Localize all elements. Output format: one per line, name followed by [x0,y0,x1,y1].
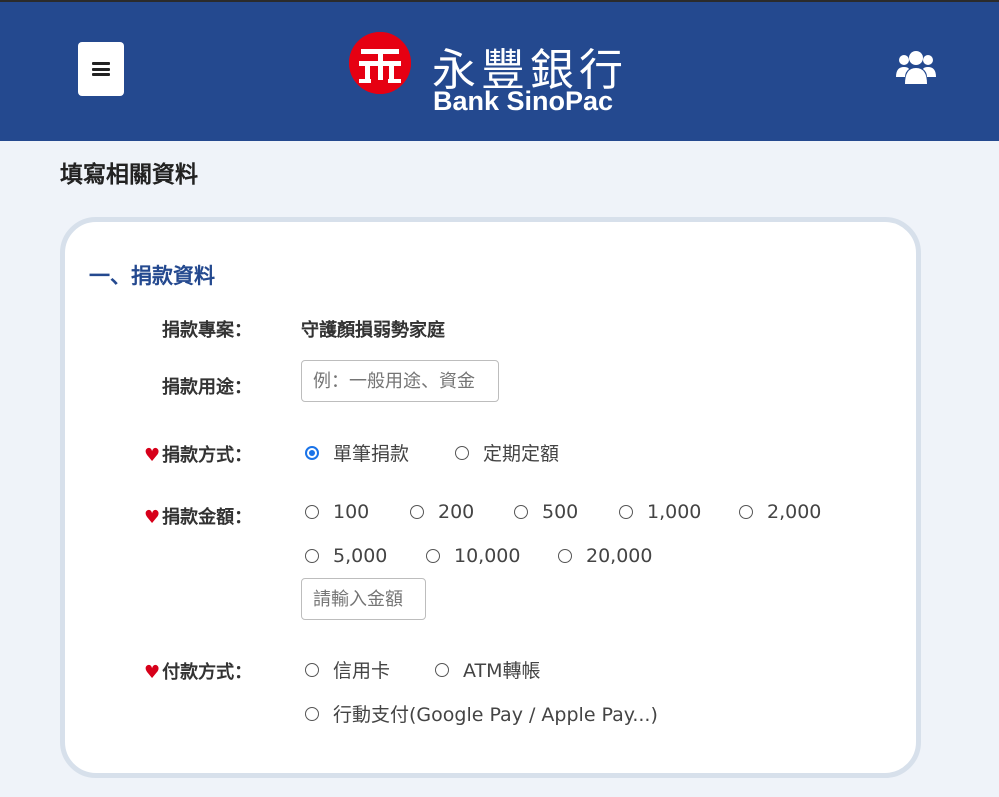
sinopac-logo-mark-icon [349,32,411,94]
top-header: 永豐銀行 Bank SinoPac [0,0,999,141]
brand-name-en: Bank SinoPac [433,86,614,116]
required-heart-icon: ♥ [144,507,161,528]
radio-amount-200[interactable]: 200 [410,501,474,523]
radio-amount-100[interactable]: 100 [305,501,369,523]
radio-icon [619,505,633,519]
radio-icon [305,549,319,563]
radio-icon [410,505,424,519]
required-heart-icon: ♥ [144,662,161,683]
users-group-icon[interactable] [896,50,936,86]
page-title: 填寫相關資料 [60,162,198,188]
custom-amount-input[interactable] [301,578,426,620]
required-heart-icon: ♥ [144,445,161,466]
radio-icon [305,505,319,519]
bank-logo[interactable]: 永豐銀行 Bank SinoPac [349,32,639,122]
radio-amount-500[interactable]: 500 [514,501,578,523]
project-value: 守護顏損弱勢家庭 [301,320,445,341]
purpose-input[interactable] [301,360,499,402]
radio-payment-credit-card[interactable]: 信用卡 [305,656,390,683]
radio-icon [305,706,319,721]
radio-method-recurring[interactable]: 定期定額 [455,439,559,466]
radio-icon [739,505,753,519]
radio-amount-10000[interactable]: 10,000 [426,545,520,567]
radio-icon [514,505,528,519]
radio-icon [558,549,572,563]
radio-amount-2000[interactable]: 2,000 [739,501,821,523]
donation-info-card: 一、捐款資料 捐款專案： 守護顏損弱勢家庭 捐款用途： ♥捐款方式： 單筆捐款 … [60,217,921,778]
radio-icon [305,662,319,677]
radio-selected-icon [305,445,319,460]
radio-amount-5000[interactable]: 5,000 [305,545,387,567]
radio-amount-1000[interactable]: 1,000 [619,501,701,523]
hamburger-menu-icon [92,62,110,76]
section-title: 一、捐款資料 [89,264,215,288]
menu-button[interactable] [78,42,124,96]
radio-method-single[interactable]: 單筆捐款 [305,439,409,466]
radio-payment-atm[interactable]: ATM轉帳 [435,656,541,683]
radio-icon [455,445,469,460]
radio-payment-mobile[interactable]: 行動支付(Google Pay / Apple Pay...) [305,700,658,727]
radio-icon [426,549,440,563]
radio-icon [435,662,449,677]
radio-amount-20000[interactable]: 20,000 [558,545,652,567]
